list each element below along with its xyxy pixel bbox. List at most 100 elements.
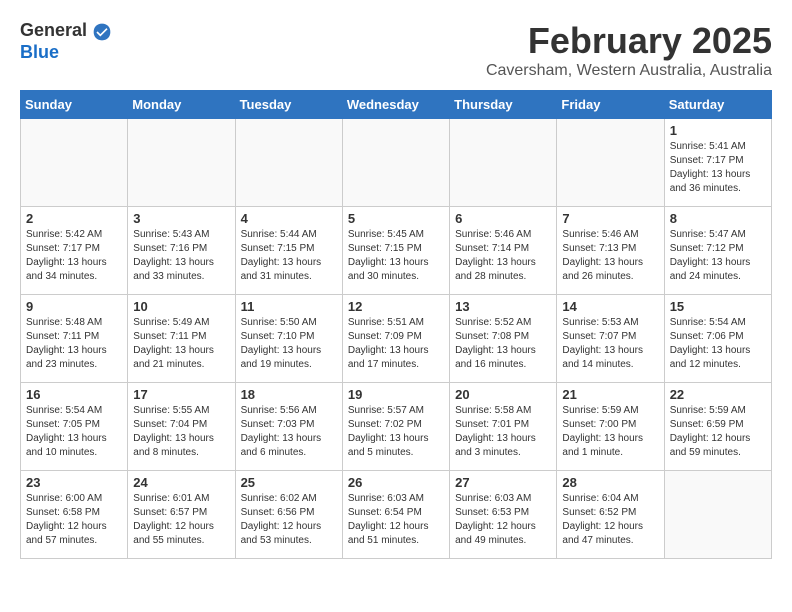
day-info: Sunrise: 5:54 AM Sunset: 7:05 PM Dayligh… [26,404,122,460]
logo-icon [92,22,112,42]
calendar-cell: 10 Sunrise: 5:49 AM Sunset: 7:11 PM Dayli… [128,295,235,383]
logo-general: General [20,20,87,40]
calendar-cell: 28 Sunrise: 6:04 AM Sunset: 6:52 PM Dayli… [557,471,664,559]
day-number: 24 [133,475,229,490]
day-number: 10 [133,299,229,314]
weekday-header-friday: Friday [557,91,664,119]
day-number: 25 [241,475,337,490]
day-info: Sunrise: 5:58 AM Sunset: 7:01 PM Dayligh… [455,404,551,460]
day-info: Sunrise: 5:52 AM Sunset: 7:08 PM Dayligh… [455,316,551,372]
calendar-cell: 22 Sunrise: 5:59 AM Sunset: 6:59 PM Dayli… [664,383,771,471]
day-number: 7 [562,211,658,226]
calendar-cell: 6Sunrise: 5:46 AM Sunset: 7:14 PM Daylig… [450,207,557,295]
calendar-cell: 3 Sunrise: 5:43 AM Sunset: 7:16 PM Daylig… [128,207,235,295]
day-number: 22 [670,387,766,402]
day-info: Sunrise: 5:44 AM Sunset: 7:15 PM Dayligh… [241,228,337,284]
weekday-header-tuesday: Tuesday [235,91,342,119]
calendar-cell: 11 Sunrise: 5:50 AM Sunset: 7:10 PM Dayli… [235,295,342,383]
day-info: Sunrise: 5:54 AM Sunset: 7:06 PM Dayligh… [670,316,766,372]
main-title: February 2025 [486,20,772,62]
day-info: Sunrise: 5:49 AM Sunset: 7:11 PM Dayligh… [133,316,229,372]
day-number: 17 [133,387,229,402]
day-info: Sunrise: 5:48 AM Sunset: 7:11 PM Dayligh… [26,316,122,372]
day-number: 9 [26,299,122,314]
day-info: Sunrise: 5:50 AM Sunset: 7:10 PM Dayligh… [241,316,337,372]
calendar-cell: 15 Sunrise: 5:54 AM Sunset: 7:06 PM Dayli… [664,295,771,383]
day-number: 21 [562,387,658,402]
calendar-cell: 21 Sunrise: 5:59 AM Sunset: 7:00 PM Dayli… [557,383,664,471]
day-number: 4 [241,211,337,226]
calendar-cell: 18 Sunrise: 5:56 AM Sunset: 7:03 PM Dayli… [235,383,342,471]
calendar-cell: 12Sunrise: 5:51 AM Sunset: 7:09 PM Dayli… [342,295,449,383]
calendar-table: SundayMondayTuesdayWednesdayThursdayFrid… [20,90,772,559]
day-info: Sunrise: 5:42 AM Sunset: 7:17 PM Dayligh… [26,228,122,284]
day-number: 12 [348,299,444,314]
calendar-cell: 4 Sunrise: 5:44 AM Sunset: 7:15 PM Daylig… [235,207,342,295]
logo-blue: Blue [20,42,59,62]
day-number: 11 [241,299,337,314]
day-number: 23 [26,475,122,490]
calendar-cell: 5 Sunrise: 5:45 AM Sunset: 7:15 PM Daylig… [342,207,449,295]
day-number: 18 [241,387,337,402]
day-info: Sunrise: 5:59 AM Sunset: 6:59 PM Dayligh… [670,404,766,460]
day-info: Sunrise: 6:00 AM Sunset: 6:58 PM Dayligh… [26,492,122,548]
calendar-week-row: 9 Sunrise: 5:48 AM Sunset: 7:11 PM Daylig… [21,295,772,383]
calendar-cell: 16Sunrise: 5:54 AM Sunset: 7:05 PM Dayli… [21,383,128,471]
day-info: Sunrise: 6:02 AM Sunset: 6:56 PM Dayligh… [241,492,337,548]
calendar-cell: 17 Sunrise: 5:55 AM Sunset: 7:04 PM Dayli… [128,383,235,471]
day-info: Sunrise: 5:56 AM Sunset: 7:03 PM Dayligh… [241,404,337,460]
weekday-header-row: SundayMondayTuesdayWednesdayThursdayFrid… [21,91,772,119]
calendar-cell: 2 Sunrise: 5:42 AM Sunset: 7:17 PM Daylig… [21,207,128,295]
calendar-cell [21,119,128,207]
calendar-cell: 9 Sunrise: 5:48 AM Sunset: 7:11 PM Daylig… [21,295,128,383]
title-section: February 2025 Caversham, Western Austral… [486,20,772,80]
weekday-header-wednesday: Wednesday [342,91,449,119]
day-number: 27 [455,475,551,490]
day-number: 6 [455,211,551,226]
day-info: Sunrise: 5:41 AM Sunset: 7:17 PM Dayligh… [670,140,766,196]
day-info: Sunrise: 6:03 AM Sunset: 6:53 PM Dayligh… [455,492,551,548]
calendar-cell: 24 Sunrise: 6:01 AM Sunset: 6:57 PM Dayli… [128,471,235,559]
calendar-week-row: 2 Sunrise: 5:42 AM Sunset: 7:17 PM Daylig… [21,207,772,295]
day-number: 15 [670,299,766,314]
day-number: 20 [455,387,551,402]
calendar-cell [557,119,664,207]
day-number: 28 [562,475,658,490]
calendar-week-row: 16Sunrise: 5:54 AM Sunset: 7:05 PM Dayli… [21,383,772,471]
day-number: 14 [562,299,658,314]
day-info: Sunrise: 5:43 AM Sunset: 7:16 PM Dayligh… [133,228,229,284]
day-info: Sunrise: 6:04 AM Sunset: 6:52 PM Dayligh… [562,492,658,548]
weekday-header-saturday: Saturday [664,91,771,119]
day-info: Sunrise: 5:57 AM Sunset: 7:02 PM Dayligh… [348,404,444,460]
calendar-cell: 8Sunrise: 5:47 AM Sunset: 7:12 PM Daylig… [664,207,771,295]
header: General Blue February 2025 Caversham, We… [20,20,772,80]
day-info: Sunrise: 6:01 AM Sunset: 6:57 PM Dayligh… [133,492,229,548]
calendar-cell: 25 Sunrise: 6:02 AM Sunset: 6:56 PM Dayli… [235,471,342,559]
day-number: 26 [348,475,444,490]
day-number: 3 [133,211,229,226]
calendar-cell [664,471,771,559]
calendar-cell: 23 Sunrise: 6:00 AM Sunset: 6:58 PM Dayli… [21,471,128,559]
day-number: 2 [26,211,122,226]
day-info: Sunrise: 5:46 AM Sunset: 7:13 PM Dayligh… [562,228,658,284]
calendar-cell [450,119,557,207]
day-number: 5 [348,211,444,226]
calendar-week-row: 1Sunrise: 5:41 AM Sunset: 7:17 PM Daylig… [21,119,772,207]
weekday-header-thursday: Thursday [450,91,557,119]
calendar-cell: 26Sunrise: 6:03 AM Sunset: 6:54 PM Dayli… [342,471,449,559]
calendar-week-row: 23 Sunrise: 6:00 AM Sunset: 6:58 PM Dayli… [21,471,772,559]
calendar-cell: 13 Sunrise: 5:52 AM Sunset: 7:08 PM Dayli… [450,295,557,383]
weekday-header-monday: Monday [128,91,235,119]
logo: General Blue [20,20,112,63]
weekday-header-sunday: Sunday [21,91,128,119]
day-info: Sunrise: 5:55 AM Sunset: 7:04 PM Dayligh… [133,404,229,460]
day-info: Sunrise: 5:45 AM Sunset: 7:15 PM Dayligh… [348,228,444,284]
day-number: 13 [455,299,551,314]
calendar-cell: 19Sunrise: 5:57 AM Sunset: 7:02 PM Dayli… [342,383,449,471]
calendar-cell [235,119,342,207]
calendar-cell: 7 Sunrise: 5:46 AM Sunset: 7:13 PM Daylig… [557,207,664,295]
day-info: Sunrise: 5:59 AM Sunset: 7:00 PM Dayligh… [562,404,658,460]
calendar-cell [342,119,449,207]
calendar-cell: 27 Sunrise: 6:03 AM Sunset: 6:53 PM Dayli… [450,471,557,559]
calendar-cell: 20 Sunrise: 5:58 AM Sunset: 7:01 PM Dayli… [450,383,557,471]
